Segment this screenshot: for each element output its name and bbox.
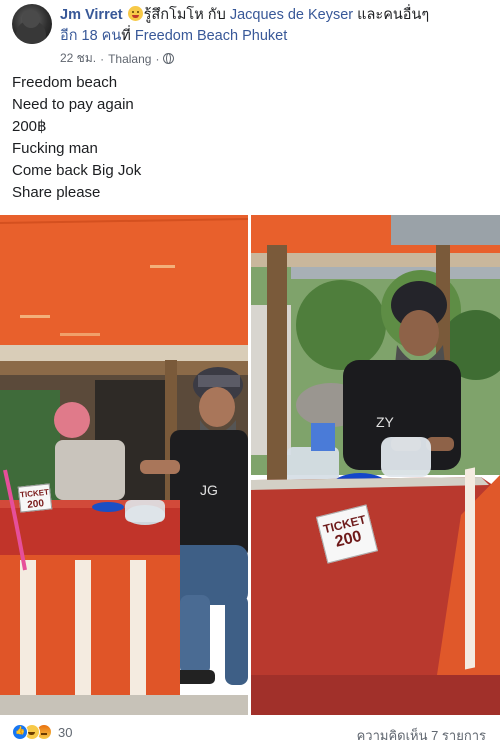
author-name-link[interactable]: Jm Virret <box>60 7 123 23</box>
post-meta: 22 ชม. · Thalang · <box>60 49 175 68</box>
photo-left-image: JG <box>0 215 248 715</box>
photo-right-image: ZY <box>251 215 500 715</box>
with-text: กับ <box>207 7 226 23</box>
post-time-link[interactable]: 22 ชม. <box>60 49 96 68</box>
meta-separator: · <box>100 51 105 66</box>
location-link[interactable]: Freedom Beach Phuket <box>135 28 287 44</box>
svg-text:JG: JG <box>200 482 218 498</box>
ticket-sign-left: TICKET 200 <box>17 483 53 513</box>
others-count-link[interactable]: อีก 18 คน <box>60 28 121 44</box>
photo-left[interactable]: JG TICKET 200 <box>0 215 248 715</box>
post-text-line: 200฿ <box>12 118 47 135</box>
reactions-summary[interactable]: 30 <box>12 724 72 740</box>
post-body-text: Freedom beach Need to pay again 200฿ Fuc… <box>12 72 482 204</box>
post-text-line: Share please <box>12 184 101 201</box>
angry-emoji-icon <box>127 6 143 21</box>
post-text-line: Freedom beach <box>12 74 118 91</box>
comment-count-link[interactable]: ความคิดเห็น 7 รายการ <box>357 725 486 746</box>
photo-right[interactable]: ZY TICKET 200 <box>251 215 500 715</box>
at-text: ที่ <box>121 28 131 44</box>
place-link[interactable]: Thalang <box>108 52 151 66</box>
and-others-text: และคนอื่นๆ <box>357 7 430 23</box>
globe-icon[interactable] <box>163 53 175 64</box>
feeling-text: รู้สึกโมโห <box>143 7 204 23</box>
privacy-separator: · <box>155 51 160 66</box>
svg-text:ZY: ZY <box>376 414 395 430</box>
avatar[interactable] <box>12 4 52 44</box>
post-text-line: Fucking man <box>12 140 98 157</box>
post-text-line: Need to pay again <box>12 96 134 113</box>
reaction-count[interactable]: 30 <box>58 725 72 740</box>
post-text-line: Come back Big Jok <box>12 162 142 179</box>
post-headline: Jm Virret รู้สึกโมโห กับ Jacques de Keys… <box>60 4 496 47</box>
post-footer: 30 ความคิดเห็น 7 รายการ <box>0 719 500 749</box>
tagged-person-link[interactable]: Jacques de Keyser <box>230 7 353 23</box>
like-icon <box>12 724 28 740</box>
post-header: Jm Virret รู้สึกโมโห กับ Jacques de Keys… <box>12 4 492 70</box>
